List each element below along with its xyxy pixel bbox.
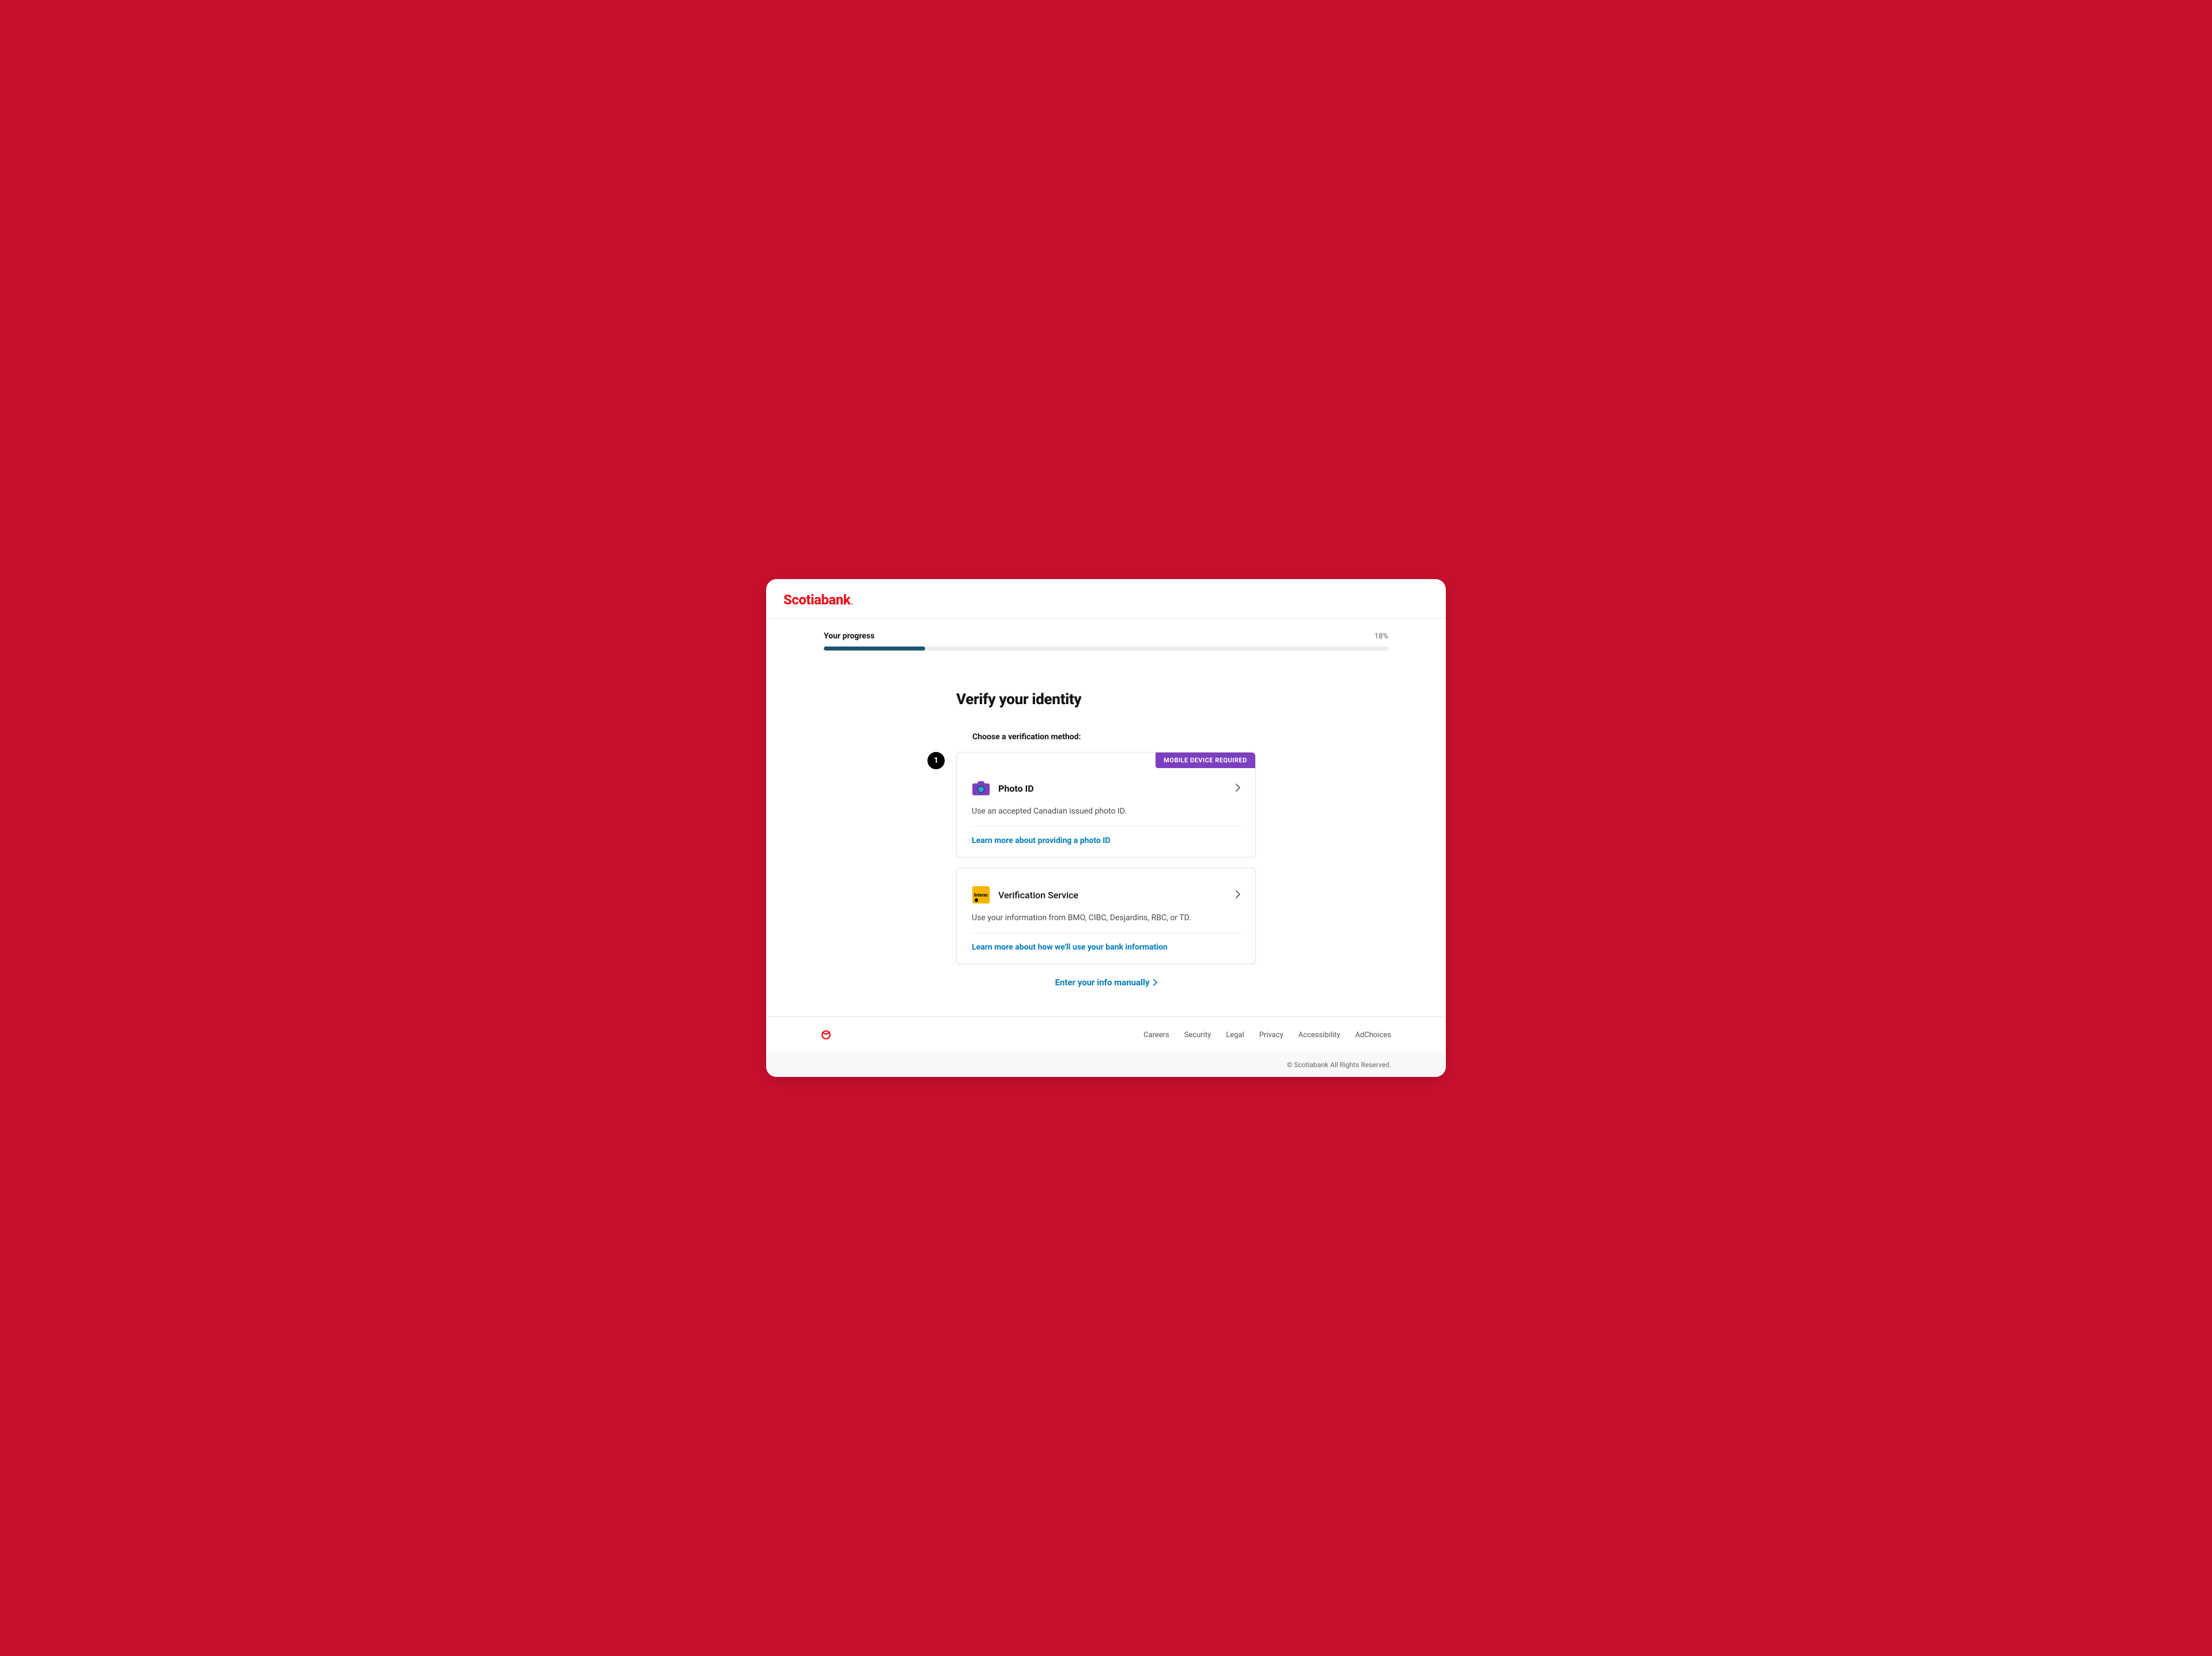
site-header: Scotiabank. — [766, 579, 1446, 619]
learn-interac-link[interactable]: Learn more about how we'll use your bank… — [957, 933, 1255, 963]
page-subtitle: Choose a verification method: — [972, 732, 1256, 742]
footer-logo-icon[interactable] — [821, 1030, 831, 1040]
main-content: Verify your identity Choose a verificati… — [766, 656, 1446, 1016]
verification-options: 1 MOBILE DEVICE REQUIRED Photo ID — [956, 752, 1256, 964]
interac-logo-text: Interac — [972, 886, 990, 903]
mobile-required-pill: MOBILE DEVICE REQUIRED — [1156, 753, 1255, 768]
enter-manually-label: Enter your info manually — [1055, 977, 1149, 988]
copyright: © Scotiabank All Rights Reserved. — [766, 1053, 1446, 1077]
option-photo-id[interactable]: MOBILE DEVICE REQUIRED Photo ID — [956, 752, 1256, 857]
app-shell: Scotiabank. Your progress 18% Verify you… — [766, 579, 1446, 1077]
option-interac-desc: Use your information from BMO, CIBC, Des… — [957, 913, 1255, 933]
progress-percent: 18% — [1374, 632, 1388, 641]
page-title: Verify your identity — [956, 691, 1256, 708]
brand-name: Scotiabank — [783, 592, 850, 608]
chevron-right-icon — [1236, 783, 1240, 794]
step-badge: 1 — [927, 752, 945, 769]
enter-manually-link[interactable]: Enter your info manually — [1055, 977, 1157, 988]
progress-bar-fill — [824, 646, 925, 651]
option-photo-id-desc: Use an accepted Canadian issued photo ID… — [957, 807, 1255, 826]
progress-bar — [824, 646, 1388, 651]
learn-photo-id-link[interactable]: Learn more about providing a photo ID — [957, 827, 1255, 857]
footer-link-security[interactable]: Security — [1184, 1031, 1211, 1039]
footer-link-accessibility[interactable]: Accessibility — [1298, 1031, 1340, 1039]
progress-label: Your progress — [824, 632, 874, 641]
footer-link-legal[interactable]: Legal — [1226, 1031, 1244, 1039]
chevron-right-icon — [1153, 979, 1157, 986]
footer-link-privacy[interactable]: Privacy — [1259, 1031, 1283, 1039]
option-photo-id-title: Photo ID — [998, 783, 1236, 794]
chevron-right-icon — [1236, 890, 1240, 901]
footer-link-careers[interactable]: Careers — [1143, 1031, 1169, 1039]
footer-links: Careers Security Legal Privacy Accessibi… — [1143, 1031, 1391, 1039]
option-interac[interactable]: Interac Verification Service Use your in… — [956, 868, 1256, 964]
camera-icon — [972, 779, 990, 797]
brand-dot: . — [851, 598, 853, 607]
footer-link-adchoices[interactable]: AdChoices — [1355, 1031, 1391, 1039]
progress-section: Your progress 18% — [824, 619, 1388, 656]
brand-logo[interactable]: Scotiabank. — [783, 592, 1429, 608]
site-footer: Careers Security Legal Privacy Accessibi… — [766, 1016, 1446, 1053]
option-interac-title: Verification Service — [998, 890, 1236, 901]
interac-icon: Interac — [972, 886, 990, 904]
